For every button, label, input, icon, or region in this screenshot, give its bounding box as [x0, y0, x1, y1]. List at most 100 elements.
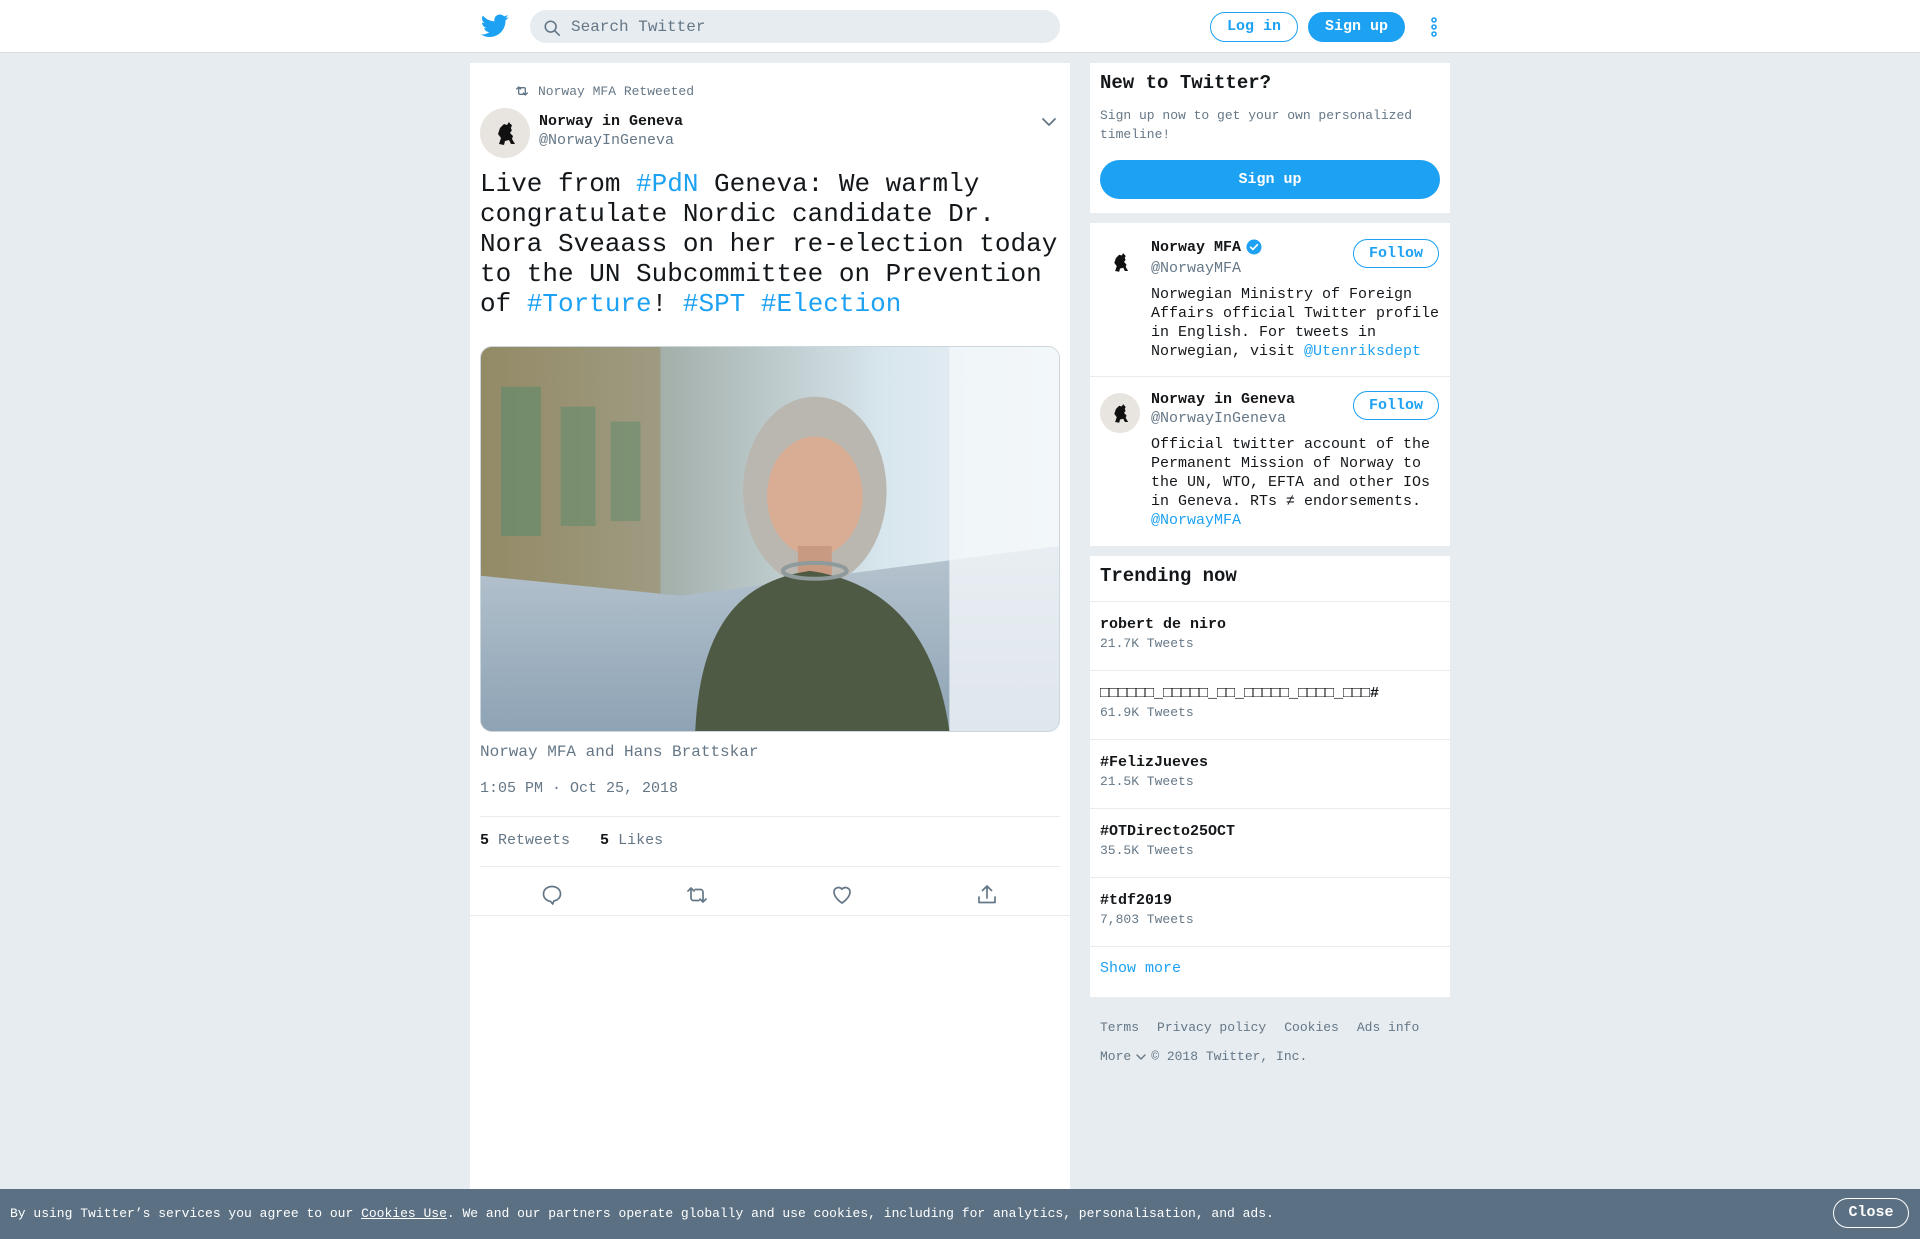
hashtag-link[interactable]: #PdN — [636, 169, 698, 199]
close-cookie-bar-button[interactable]: Close — [1833, 1198, 1909, 1228]
tweet-text-segment — [745, 289, 761, 319]
trend-item[interactable]: □□□□□□_□□□□□_□□_□□□□□_□□□□_□□□# 61.9K Tw… — [1090, 670, 1450, 739]
trend-name: robert de niro — [1100, 616, 1227, 633]
trend-count: 61.9K Tweets — [1100, 705, 1194, 720]
account-bio-text: Official twitter account of the Permanen… — [1151, 436, 1431, 510]
show-more-link[interactable]: Show more — [1100, 960, 1181, 977]
tweet-author-name[interactable]: Norway in Geneva — [539, 113, 683, 130]
chevron-down-icon[interactable] — [1135, 1051, 1147, 1063]
reply-icon[interactable] — [540, 883, 564, 907]
divider — [480, 866, 1060, 867]
share-icon[interactable] — [975, 883, 999, 907]
likes-stat[interactable]: 5 Likes — [600, 832, 663, 849]
cookies-use-link[interactable]: Cookies Use — [361, 1206, 447, 1221]
retweet-context-label: Norway MFA Retweeted — [538, 83, 695, 99]
retweet-icon[interactable] — [685, 883, 709, 907]
likes-label: Likes — [618, 832, 664, 849]
sidebar-footer: Terms Privacy policy Cookies Ads info Mo… — [1100, 1020, 1450, 1064]
retweets-count: 5 — [480, 832, 490, 849]
cookie-consent-text: By using Twitter’s services you agree to… — [10, 1206, 1274, 1221]
footer-copyright: © 2018 Twitter, Inc. — [1151, 1049, 1308, 1064]
retweet-context: Norway MFA Retweeted — [514, 83, 694, 99]
norway-lion-logo-icon — [1114, 253, 1129, 272]
trend-item[interactable]: #OTDirecto25OCT 35.5K Tweets — [1090, 808, 1450, 877]
search-box[interactable] — [530, 10, 1060, 43]
twitter-bird-icon[interactable] — [481, 14, 509, 38]
trend-name: #OTDirecto25OCT — [1100, 823, 1236, 840]
hashtag-link[interactable]: #Torture — [527, 289, 652, 319]
trend-name: □□□□□□_□□□□□_□□_□□□□□_□□□□_□□□# — [1100, 685, 1380, 702]
sidebar-signup-button[interactable]: Sign up — [1100, 160, 1440, 199]
account-item[interactable]: Norway MFA @NorwayMFA Follow Norwegian M… — [1090, 223, 1450, 376]
retweets-stat[interactable]: 5 Retweets — [480, 832, 570, 849]
account-handle[interactable]: @NorwayInGeneva — [1151, 410, 1286, 427]
divider — [470, 915, 1070, 916]
trend-item[interactable]: #FelizJueves 21.5K Tweets — [1090, 739, 1450, 808]
tweet-stats: 5 Retweets 5 Likes — [480, 832, 663, 849]
chevron-down-icon[interactable] — [1040, 113, 1058, 131]
account-name-text: Norway MFA — [1151, 238, 1242, 256]
follow-button[interactable]: Follow — [1353, 391, 1439, 420]
trend-count: 7,803 Tweets — [1100, 912, 1194, 927]
new-to-twitter-card: New to Twitter? Sign up now to get your … — [1090, 63, 1450, 213]
trend-name: #tdf2019 — [1100, 892, 1173, 909]
trend-item[interactable]: #tdf2019 7,803 Tweets — [1090, 877, 1450, 946]
footer-link-ads-info[interactable]: Ads info — [1357, 1020, 1419, 1035]
new-to-twitter-title: New to Twitter? — [1100, 72, 1272, 94]
signup-button[interactable]: Sign up — [1308, 12, 1405, 42]
account-handle[interactable]: @NorwayMFA — [1151, 260, 1241, 277]
trend-name: #FelizJueves — [1100, 754, 1209, 771]
trend-count: 21.5K Tweets — [1100, 774, 1194, 789]
trend-item[interactable]: robert de niro 21.7K Tweets — [1090, 601, 1450, 670]
cookie-text-before: By using Twitter’s services you agree to… — [10, 1206, 362, 1221]
divider — [1090, 946, 1450, 947]
follow-button[interactable]: Follow — [1353, 239, 1439, 268]
search-input[interactable] — [571, 11, 1041, 42]
tweet-text: Live from #PdN Geneva: We warmly congrat… — [480, 169, 1070, 319]
account-bio: Official twitter account of the Permanen… — [1151, 435, 1443, 530]
tweet-detail: Norway MFA Retweeted Norway in Geneva @N… — [470, 63, 1070, 1189]
tweet-photo[interactable] — [480, 346, 1060, 732]
related-accounts-card: Norway MFA @NorwayMFA Follow Norwegian M… — [1090, 223, 1450, 546]
norway-lion-logo-icon — [1114, 404, 1129, 423]
tweet-text-segment: ! — [651, 289, 683, 319]
account-bio-link[interactable]: @NorwayMFA — [1151, 512, 1241, 529]
author-avatar[interactable] — [480, 108, 530, 158]
tweet-text-segment: Live from — [480, 169, 637, 199]
tweet-timestamp[interactable]: 1:05 PM · Oct 25, 2018 — [480, 780, 678, 797]
account-avatar[interactable] — [1100, 242, 1140, 282]
trend-count: 21.7K Tweets — [1100, 636, 1194, 651]
trending-title: Trending now — [1100, 565, 1237, 587]
search-icon — [544, 20, 561, 37]
hashtag-link[interactable]: #SPT — [683, 289, 745, 319]
footer-link-terms[interactable]: Terms — [1100, 1020, 1139, 1035]
divider — [480, 816, 1060, 817]
trending-card: Trending now robert de niro 21.7K Tweets… — [1090, 556, 1450, 997]
account-name[interactable]: Norway in Geneva — [1151, 391, 1295, 408]
footer-link-privacy[interactable]: Privacy policy — [1157, 1020, 1266, 1035]
account-name-text: Norway in Geneva — [1151, 391, 1296, 408]
retweets-label: Retweets — [498, 832, 571, 849]
account-bio: Norwegian Ministry of Foreign Affairs of… — [1151, 285, 1443, 361]
portrait-photo — [481, 347, 1059, 731]
account-avatar[interactable] — [1100, 393, 1140, 433]
heart-icon[interactable] — [830, 883, 854, 907]
account-name[interactable]: Norway MFA — [1151, 238, 1263, 256]
verified-badge-icon — [1246, 239, 1262, 255]
account-bio-link[interactable]: @Utenriksdept — [1304, 343, 1421, 360]
tweet-actions — [470, 875, 1070, 915]
hashtag-link[interactable]: #Election — [761, 289, 901, 319]
footer-more-link[interactable]: More — [1100, 1049, 1131, 1064]
retweet-icon — [516, 86, 528, 96]
new-to-twitter-subtitle: Sign up now to get your own personalized… — [1100, 108, 1413, 142]
top-navigation-bar: Log in Sign up — [0, 0, 1920, 53]
trend-count: 35.5K Tweets — [1100, 843, 1194, 858]
footer-link-cookies[interactable]: Cookies — [1284, 1020, 1339, 1035]
tagged-users[interactable]: Norway MFA and Hans Brattskar — [480, 743, 758, 761]
tweet-author-handle[interactable]: @NorwayInGeneva — [539, 132, 674, 149]
login-button[interactable]: Log in — [1210, 12, 1298, 42]
likes-count: 5 — [600, 832, 610, 849]
norway-lion-logo-icon — [498, 122, 515, 145]
account-item[interactable]: Norway in Geneva @NorwayInGeneva Follow … — [1090, 377, 1450, 546]
vertical-dots-icon[interactable] — [1428, 15, 1440, 39]
